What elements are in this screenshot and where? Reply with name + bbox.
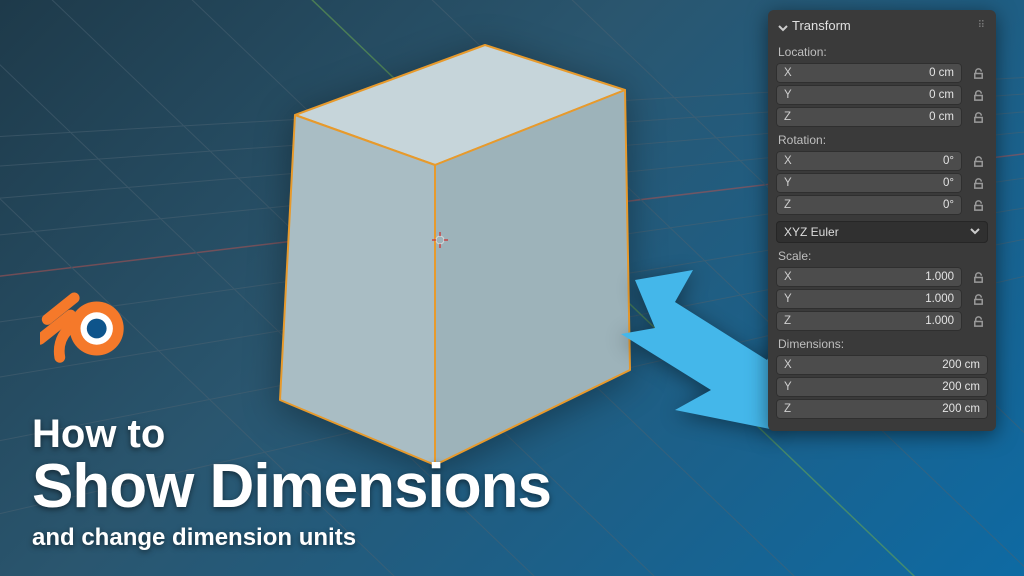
rotation-mode-value: XYZ Euler <box>784 225 839 239</box>
panel-header[interactable]: Transform ⠿ <box>776 16 988 39</box>
location-x-field[interactable]: X 0 cm <box>776 63 962 83</box>
rotation-label: Rotation: <box>778 133 986 147</box>
lock-icon[interactable] <box>968 173 988 193</box>
lock-icon[interactable] <box>968 267 988 287</box>
title-block: How to Show Dimensions and change dimens… <box>32 414 551 552</box>
lock-icon[interactable] <box>968 289 988 309</box>
scale-y-field[interactable]: Y 1.000 <box>776 289 962 309</box>
rotation-y-field[interactable]: Y 0° <box>776 173 962 193</box>
transform-panel: Transform ⠿ Location: X 0 cm Y 0 cm Z 0 … <box>768 10 996 431</box>
lock-icon[interactable] <box>968 85 988 105</box>
dimensions-y-field[interactable]: Y 200 cm <box>776 377 988 397</box>
title-main: Show Dimensions <box>32 456 551 518</box>
dimensions-label: Dimensions: <box>778 337 986 351</box>
lock-icon[interactable] <box>968 311 988 331</box>
chevron-down-icon <box>778 21 788 31</box>
rotation-z-field[interactable]: Z 0° <box>776 195 962 215</box>
lock-icon[interactable] <box>968 107 988 127</box>
scale-x-field[interactable]: X 1.000 <box>776 267 962 287</box>
viewport-thumbnail: How to Show Dimensions and change dimens… <box>0 0 1024 576</box>
callout-arrow-icon <box>615 260 785 430</box>
dimensions-z-field[interactable]: Z 200 cm <box>776 399 988 419</box>
panel-title: Transform <box>792 18 851 33</box>
location-y-field[interactable]: Y 0 cm <box>776 85 962 105</box>
rotation-mode-select[interactable]: XYZ Euler <box>776 221 988 243</box>
scale-label: Scale: <box>778 249 986 263</box>
drag-grip-icon[interactable]: ⠿ <box>978 20 986 31</box>
location-z-field[interactable]: Z 0 cm <box>776 107 962 127</box>
lock-icon[interactable] <box>968 63 988 83</box>
chevron-down-icon <box>970 225 980 239</box>
scale-z-field[interactable]: Z 1.000 <box>776 311 962 331</box>
lock-icon[interactable] <box>968 151 988 171</box>
title-sub: and change dimension units <box>32 524 551 552</box>
3d-cursor-icon <box>432 232 448 248</box>
rotation-x-field[interactable]: X 0° <box>776 151 962 171</box>
default-cube <box>225 20 655 480</box>
title-pre: How to <box>32 414 551 454</box>
lock-icon[interactable] <box>968 195 988 215</box>
blender-logo-icon <box>40 285 130 363</box>
dimensions-x-field[interactable]: X 200 cm <box>776 355 988 375</box>
location-label: Location: <box>778 45 986 59</box>
